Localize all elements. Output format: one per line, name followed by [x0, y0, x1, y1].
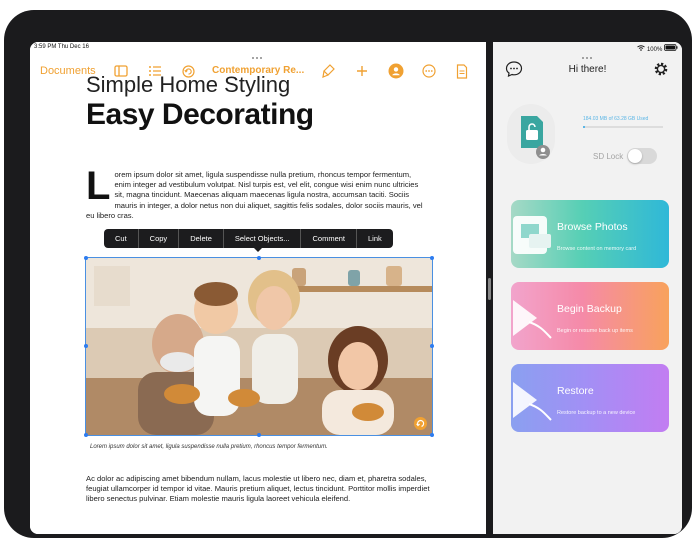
storage-used-text: 184.03 MB of 63.28 GB Used	[583, 116, 649, 122]
wifi-icon	[637, 45, 646, 51]
sd-lock-toggle[interactable]	[627, 148, 657, 164]
menu-select-objects[interactable]: Select Objects...	[224, 229, 302, 248]
restore-button[interactable]: Restore Restore backup to a new device	[511, 364, 669, 432]
storage-app-pane: 100% Hi there! 184.03 MB of 63.28 GB Use…	[493, 42, 682, 534]
status-time-date: 3:59 PM Thu Dec 16	[34, 44, 89, 50]
paragraph-1[interactable]: Lorem ipsum dolor sit amet, ligula suspe…	[86, 164, 426, 221]
more-icon[interactable]	[422, 58, 436, 84]
storage-progress-fill	[583, 126, 585, 128]
pages-document-pane: 3:59 PM Thu Dec 16 Documents Contemporar…	[30, 42, 486, 534]
resize-handle-top[interactable]	[257, 256, 261, 260]
photo-card-icon	[511, 210, 555, 260]
format-brush-icon[interactable]	[322, 58, 335, 84]
resize-handle-left[interactable]	[84, 344, 88, 348]
battery-percent: 100%	[646, 47, 663, 53]
resize-handle-bottom[interactable]	[257, 433, 261, 437]
add-icon[interactable]	[356, 58, 368, 84]
drop-cap: L	[86, 164, 111, 208]
sd-card-icon	[507, 104, 555, 164]
context-menu: Cut Copy Delete Select Objects... Commen…	[104, 229, 393, 248]
sd-lock-label: SD Lock	[593, 152, 624, 161]
document-setup-icon[interactable]	[456, 58, 468, 84]
image-caption[interactable]: Lorem ipsum dolor sit amet, ligula suspe…	[90, 444, 328, 450]
collaborate-icon[interactable]	[388, 58, 404, 84]
menu-comment[interactable]: Comment	[301, 229, 357, 248]
settings-gear-icon[interactable]	[653, 61, 669, 82]
browse-photos-button[interactable]: Browse Photos Browse content on memory c…	[511, 200, 669, 268]
restore-label: Restore	[557, 385, 594, 397]
resize-handle-bottom-left[interactable]	[84, 433, 88, 437]
backup-cable-icon	[511, 292, 555, 342]
sd-card-status: 184.03 MB of 63.28 GB Used SD Lock	[507, 104, 672, 184]
browse-photos-label: Browse Photos	[557, 221, 628, 233]
status-battery: 100%	[637, 44, 678, 53]
ipad-screen: 3:59 PM Thu Dec 16 Documents Contemporar…	[30, 42, 682, 534]
restore-desc: Restore backup to a new device	[557, 410, 636, 416]
document-title-heading[interactable]: Easy Decorating	[86, 98, 314, 132]
resize-handle-top-left[interactable]	[84, 256, 88, 260]
multitasking-handle[interactable]	[252, 46, 264, 59]
resize-handle-top-right[interactable]	[430, 256, 434, 260]
restore-cable-icon	[511, 374, 555, 424]
ipad-device: 3:59 PM Thu Dec 16 Documents Contemporar…	[4, 10, 692, 538]
paragraph-2[interactable]: Ac dolor ac adipiscing amet bibendum nul…	[86, 474, 432, 505]
rotate-icon[interactable]	[414, 417, 427, 430]
begin-backup-label: Begin Backup	[557, 303, 622, 315]
multitasking-handle-right[interactable]	[582, 46, 594, 59]
begin-backup-button[interactable]: Begin Backup Begin or resume back up ite…	[511, 282, 669, 350]
image-selection-box	[85, 257, 433, 436]
context-menu-pointer	[254, 248, 262, 252]
menu-cut[interactable]: Cut	[104, 229, 139, 248]
begin-backup-desc: Begin or resume back up items	[557, 328, 633, 334]
split-view-handle[interactable]	[488, 278, 491, 300]
document-subtitle[interactable]: Simple Home Styling	[86, 72, 290, 98]
resize-handle-bottom-right[interactable]	[430, 433, 434, 437]
resize-handle-right[interactable]	[430, 344, 434, 348]
menu-link[interactable]: Link	[357, 229, 393, 248]
browse-photos-desc: Browse content on memory card	[557, 246, 637, 252]
battery-icon	[664, 44, 678, 51]
toggle-knob	[628, 149, 642, 163]
paragraph-1-text: orem ipsum dolor sit amet, ligula suspen…	[86, 170, 423, 220]
menu-delete[interactable]: Delete	[179, 229, 224, 248]
storage-progress-bar	[583, 126, 663, 128]
menu-copy[interactable]: Copy	[139, 229, 180, 248]
